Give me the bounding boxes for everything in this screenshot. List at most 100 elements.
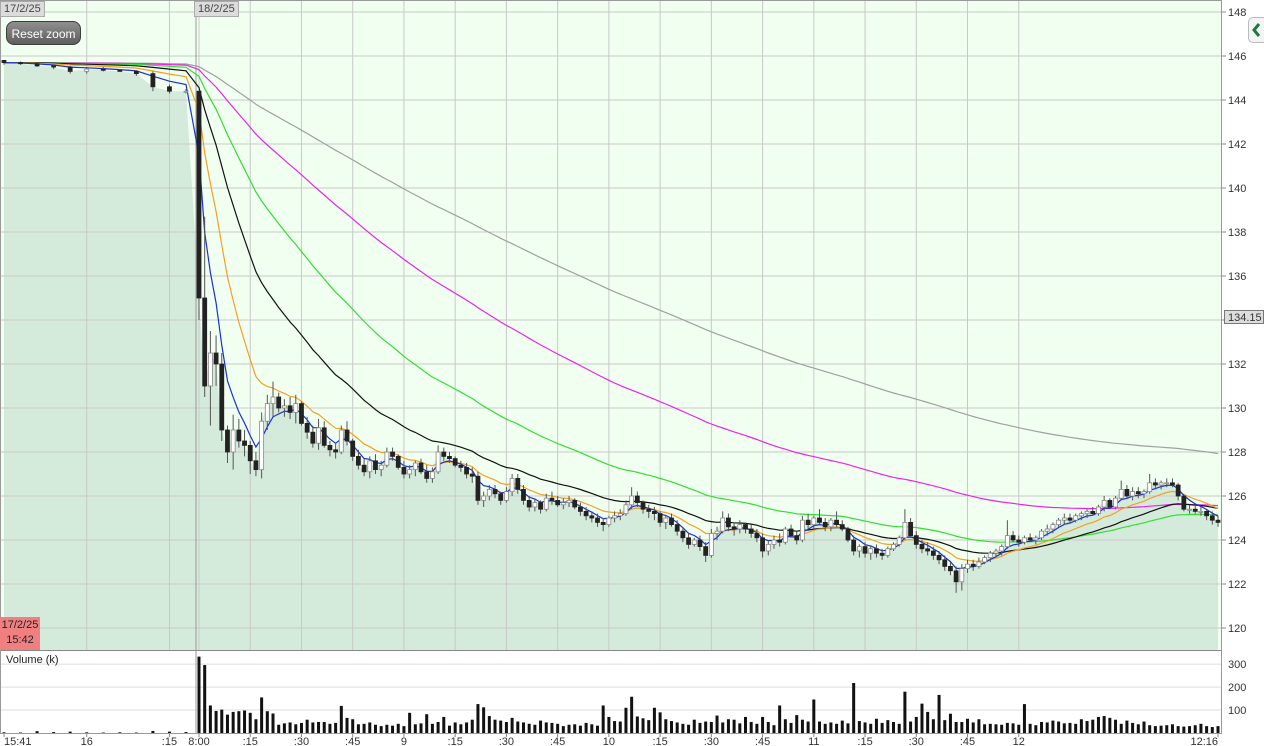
volume-bar <box>744 716 748 733</box>
candle-body <box>908 522 913 537</box>
candle-body <box>896 537 902 545</box>
candle-body <box>703 546 709 556</box>
volume-bar <box>1028 723 1032 733</box>
volume-bar <box>533 724 537 733</box>
price-tick-label: 148 <box>1228 7 1246 19</box>
candle-body <box>469 473 475 477</box>
volume-bar <box>1165 725 1169 733</box>
volume-bar <box>1131 722 1135 733</box>
time-tick-label: :15 <box>243 736 258 746</box>
volume-bar <box>68 731 72 733</box>
volume-bar <box>846 723 850 733</box>
volume-bar <box>1193 725 1197 733</box>
candle-body <box>441 451 447 457</box>
candle-body <box>213 352 219 365</box>
volume-bar <box>1159 725 1163 733</box>
candle-body <box>839 524 845 530</box>
time-tick-label: :15 <box>162 736 177 746</box>
candle-body <box>236 429 242 442</box>
volume-bar <box>379 726 383 733</box>
candle-body <box>629 495 635 506</box>
candle-body <box>953 570 959 583</box>
candle-body <box>1215 519 1221 523</box>
time-tick-label: :15 <box>857 736 872 746</box>
candle-body <box>543 497 549 510</box>
volume-bar <box>903 691 907 733</box>
candle-body <box>930 550 936 556</box>
volume-bar <box>351 719 355 733</box>
time-tick-label: 10 <box>603 736 615 746</box>
volume-bar <box>430 723 434 733</box>
candle-body <box>851 539 857 552</box>
candle-body <box>856 546 862 552</box>
candle-body <box>1175 484 1181 497</box>
volume-bar <box>203 665 207 733</box>
candle-body <box>731 526 737 530</box>
time-tick-label: 12 <box>1013 736 1025 746</box>
volume-plot-area <box>1 651 1221 733</box>
volume-bar <box>1119 723 1123 733</box>
time-tick-label: :30 <box>909 736 924 746</box>
candle-body <box>418 462 424 473</box>
volume-bar <box>755 723 759 733</box>
volume-bar <box>237 711 241 733</box>
volume-bar <box>260 697 264 733</box>
volume-bar <box>652 707 656 733</box>
volume-bar <box>516 721 520 733</box>
volume-bar <box>396 723 400 733</box>
volume-bar <box>909 721 913 733</box>
candle-body <box>788 528 794 536</box>
candle-body <box>1096 506 1101 514</box>
candle-body <box>868 548 874 554</box>
volume-bar <box>567 724 571 733</box>
volume-bar <box>994 724 998 733</box>
candle-body <box>669 517 674 525</box>
volume-bar <box>134 732 138 734</box>
price-tick-label: 124 <box>1228 535 1246 547</box>
candle-body <box>691 539 697 545</box>
volume-bar <box>118 732 122 733</box>
volume-bar <box>630 696 634 733</box>
volume-bar <box>954 721 958 733</box>
candle-body <box>373 460 378 470</box>
start-date-tag: 17/2/25 <box>0 1 45 17</box>
candle-body <box>1073 515 1079 521</box>
volume-bar <box>1034 725 1038 733</box>
time-tick-label: :15 <box>448 736 463 746</box>
volume-bar <box>715 715 719 733</box>
candle-body <box>999 546 1005 552</box>
reset-zoom-button[interactable]: Reset zoom <box>6 21 81 45</box>
volume-bar <box>220 709 224 733</box>
volume-bar <box>550 722 554 733</box>
candle-body <box>378 464 384 471</box>
volume-bar <box>1068 722 1072 733</box>
volume-bar <box>635 716 639 733</box>
candle-body <box>771 539 777 545</box>
candle-body <box>982 557 987 563</box>
stock-chart[interactable]: 1201221241261281301321341361381401421441… <box>0 0 1264 746</box>
volume-bar <box>1102 716 1106 733</box>
candle-body <box>225 429 230 453</box>
price-tick-label: 144 <box>1228 95 1246 107</box>
volume-bar <box>208 705 212 733</box>
chart-canvas[interactable]: 1201221241261281301321341361381401421441… <box>0 0 1264 746</box>
volume-bar <box>539 720 543 733</box>
volume-bar <box>2 732 6 733</box>
last-price-badge: 134.15 <box>1224 310 1264 324</box>
volume-bar <box>1051 720 1055 733</box>
candle-body <box>782 528 788 543</box>
candle-body <box>919 544 925 550</box>
time-tick-label: :45 <box>960 736 975 746</box>
volume-bar <box>1057 721 1061 733</box>
candle-body <box>1084 510 1090 514</box>
candle-body <box>150 73 156 88</box>
volume-bar <box>1074 723 1078 733</box>
volume-bar <box>977 719 981 733</box>
candle-body <box>299 403 304 424</box>
candle-body <box>589 515 595 519</box>
candle-body <box>1101 499 1107 508</box>
candle-body <box>532 502 538 508</box>
volume-bar <box>1011 723 1015 733</box>
volume-bar <box>1210 727 1214 733</box>
collapse-panel-button[interactable] <box>1248 17 1264 43</box>
